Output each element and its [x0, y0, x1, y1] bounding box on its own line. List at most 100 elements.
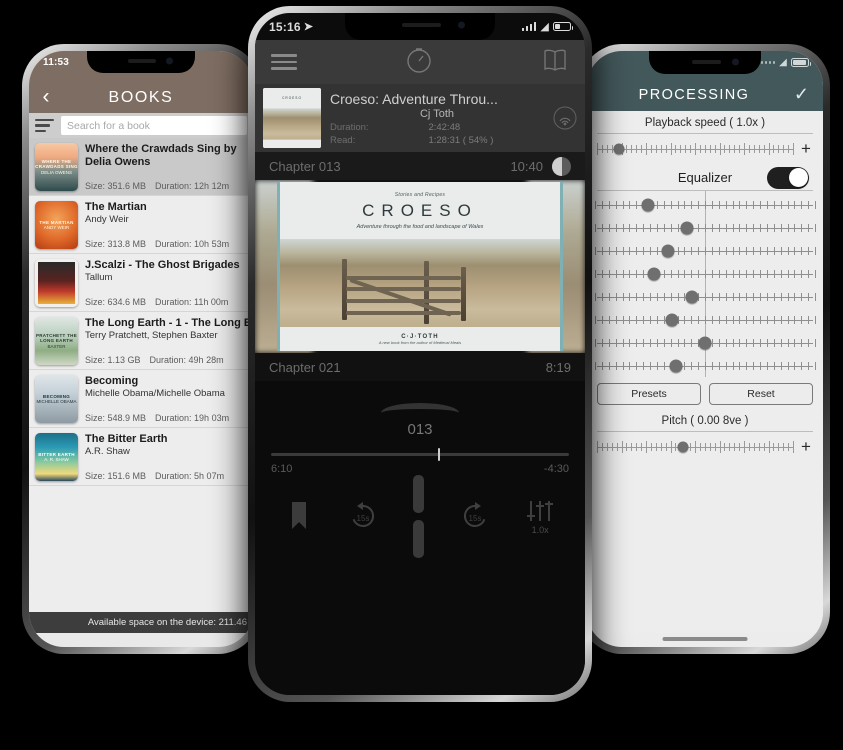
earpiece-speaker	[691, 59, 721, 64]
pitch-plus-button[interactable]: +	[799, 438, 813, 455]
equalizer-band[interactable]	[595, 262, 816, 285]
band-tick	[766, 246, 768, 255]
pitch-slider[interactable]	[597, 440, 794, 454]
bookmark-icon[interactable]	[286, 499, 312, 533]
ruler-tick	[616, 442, 618, 451]
seek-knob[interactable]	[437, 448, 441, 461]
pause-icon[interactable]	[413, 474, 425, 558]
band-tick	[732, 200, 734, 209]
back-button[interactable]: ‹	[29, 86, 63, 107]
book-list-item[interactable]: PRATCHETT THE LONG EARTH BAXTER The Long E…	[29, 312, 253, 370]
airplay-icon[interactable]	[553, 106, 577, 130]
book-list-item[interactable]: BITTER EARTH A. R. SHAW The Bitter Earth A.…	[29, 428, 253, 486]
band-knob[interactable]	[661, 244, 675, 257]
presets-button[interactable]: Presets	[597, 383, 701, 405]
equalizer-band[interactable]	[595, 193, 816, 216]
equalizer-sliders-icon[interactable]: 1.0x	[526, 498, 554, 535]
book-size: Size: 634.6 MB	[85, 297, 147, 307]
equalizer-bands[interactable]	[595, 191, 816, 377]
book-duration: Duration: 10h 53m	[155, 239, 230, 249]
book-list-item[interactable]: THE MARTIAN ANDY WEIR The Martian Andy Weir…	[29, 196, 253, 254]
open-book-icon[interactable]	[541, 46, 569, 79]
band-tick	[656, 246, 658, 255]
book-list[interactable]: WHERE THE CRAWDADS SING DELIA OWENS Where …	[29, 138, 253, 612]
equalizer-band[interactable]	[595, 354, 816, 377]
book-list-item[interactable]: J.Scalzi - The Ghost Brigades Tallum Size:…	[29, 254, 253, 312]
book-list-item[interactable]: BECOMING MICHELLE OBAMA Becoming Michelle O…	[29, 370, 253, 428]
band-tick	[705, 315, 706, 324]
book-size: Size: 548.9 MB	[85, 413, 147, 423]
band-tick	[732, 361, 734, 370]
reset-button[interactable]: Reset	[709, 383, 813, 405]
band-knob[interactable]	[665, 313, 679, 326]
seek-slider[interactable]	[271, 448, 569, 461]
slider-knob[interactable]	[677, 441, 689, 452]
band-knob[interactable]	[698, 336, 712, 349]
band-tick	[780, 315, 782, 324]
band-tick	[656, 200, 658, 209]
band-tick	[760, 361, 761, 370]
forward-15-icon[interactable]: 15s	[458, 499, 492, 533]
band-tick	[815, 361, 816, 370]
band-tick	[629, 361, 631, 370]
now-playing-header[interactable]: CROESO Croeso: Adventure Throu... Cj Tot…	[255, 84, 585, 152]
drag-handle[interactable]	[381, 403, 459, 413]
band-tick	[643, 315, 645, 324]
band-knob[interactable]	[669, 359, 683, 372]
ruler-tick	[768, 142, 770, 155]
current-chapter-number: 013	[407, 421, 433, 438]
checkmark-icon[interactable]: ✓	[787, 85, 809, 103]
band-knob[interactable]	[680, 221, 694, 234]
band-tick	[656, 361, 658, 370]
band-tick	[808, 338, 810, 347]
band-tick	[766, 338, 768, 347]
search-input[interactable]: Search for a book	[61, 116, 247, 135]
speed-plus-button[interactable]: +	[799, 140, 813, 157]
ruler-tick	[636, 442, 638, 451]
band-tick	[601, 223, 603, 232]
ruler-tick	[660, 144, 662, 153]
current-book-cover[interactable]: Stories and Recipes CROESO Adventure thr…	[277, 182, 563, 351]
band-tick	[622, 315, 624, 324]
equalizer-band[interactable]	[595, 216, 816, 239]
hamburger-menu-icon[interactable]	[271, 54, 297, 70]
band-tick	[691, 269, 693, 278]
band-tick	[753, 269, 755, 278]
band-tick	[608, 338, 610, 347]
band-tick	[622, 338, 624, 347]
band-knob[interactable]	[685, 290, 699, 303]
playback-speed-slider[interactable]	[597, 142, 794, 156]
equalizer-toggle[interactable]	[767, 166, 809, 189]
band-knob[interactable]	[641, 198, 655, 211]
equalizer-band[interactable]	[595, 239, 816, 262]
ruler-tick	[641, 144, 643, 153]
band-tick	[643, 361, 645, 370]
band-tick	[711, 246, 713, 255]
front-camera	[166, 57, 174, 65]
ruler-tick	[709, 442, 711, 451]
book-list-item[interactable]: WHERE THE CRAWDADS SING DELIA OWENS Where …	[29, 138, 253, 196]
slider-knob[interactable]	[613, 143, 625, 154]
band-tick	[698, 269, 700, 278]
equalizer-band[interactable]	[595, 285, 816, 308]
band-tick	[643, 292, 645, 301]
band-tick	[636, 338, 638, 347]
ruler-tick	[690, 144, 692, 153]
equalizer-band[interactable]	[595, 308, 816, 331]
rewind-15-icon[interactable]: 15s	[346, 499, 380, 533]
band-tick	[753, 246, 755, 255]
location-arrow-icon: ➤	[303, 21, 314, 33]
band-tick	[615, 315, 617, 324]
battery-icon	[791, 58, 811, 67]
equalizer-band[interactable]	[595, 331, 816, 354]
chapter-row-previous[interactable]: Chapter 013 10:40	[255, 152, 585, 180]
ruler-tick	[631, 442, 633, 451]
sleep-timer-icon[interactable]	[404, 45, 434, 80]
band-knob[interactable]	[647, 267, 661, 280]
band-tick	[773, 292, 775, 301]
filter-menu-icon[interactable]	[35, 118, 54, 133]
cover-carousel[interactable]: Stories and Recipes CROESO Adventure thr…	[255, 180, 585, 353]
cover-photograph	[277, 239, 563, 328]
book-cover-thumbnail: BITTER EARTH A. R. SHAW	[35, 433, 78, 481]
chapter-row-next[interactable]: Chapter 021 8:19	[255, 353, 585, 381]
